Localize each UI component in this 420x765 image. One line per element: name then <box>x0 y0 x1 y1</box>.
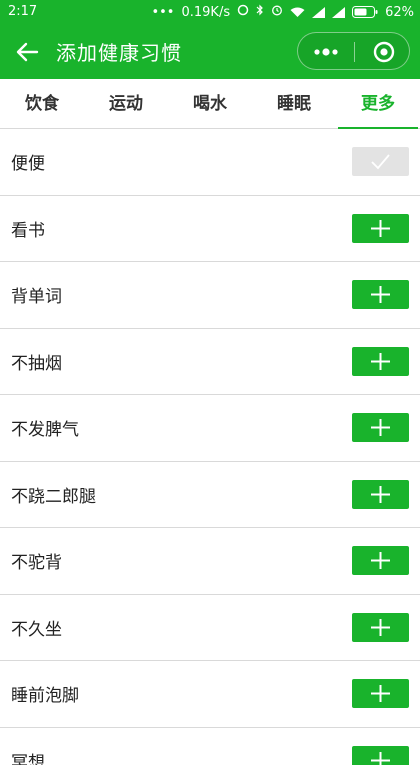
tab-exercise[interactable]: 运动 <box>84 79 168 128</box>
habit-label: 不久坐 <box>11 619 62 640</box>
tab-more[interactable]: 更多 <box>336 79 420 129</box>
network-speed: 0.19K/s <box>181 4 231 20</box>
habit-label: 不发脾气 <box>11 420 79 440</box>
signal-icon-2 <box>332 6 346 18</box>
back-button[interactable] <box>14 38 42 66</box>
add-habit-button[interactable] <box>352 346 409 376</box>
plus-icon <box>371 751 390 765</box>
tab-water[interactable]: 喝水 <box>168 79 252 128</box>
page-title: 添加健康习惯 <box>56 41 182 65</box>
bluetooth-icon <box>256 4 264 20</box>
habit-label: 便便 <box>11 154 45 174</box>
status-icons: ••• 0.19K/s 62% <box>151 4 414 20</box>
add-habit-button[interactable] <box>352 745 409 765</box>
close-button[interactable] <box>364 37 404 67</box>
plus-icon <box>371 485 390 503</box>
add-habit-button[interactable] <box>352 479 409 509</box>
list-item: 看书 <box>0 196 420 262</box>
add-habit-button[interactable] <box>352 679 409 708</box>
plus-icon <box>371 618 390 636</box>
habit-label: 冥想 <box>11 752 45 765</box>
list-item: 睡前泡脚 <box>0 661 420 728</box>
dots-icon: ••• <box>151 4 175 20</box>
plus-icon <box>371 286 390 303</box>
tab-sleep[interactable]: 睡眠 <box>252 79 336 128</box>
category-tabs: 饮食 运动 喝水 睡眠 更多 <box>0 79 420 129</box>
battery-percent: 62% <box>385 4 414 20</box>
add-habit-button[interactable] <box>352 546 409 575</box>
more-button[interactable] <box>306 37 346 67</box>
habit-label: 睡前泡脚 <box>11 686 79 706</box>
list-item: 不久坐 <box>0 595 420 661</box>
plus-icon <box>371 419 390 436</box>
list-item: 冥想 <box>0 728 420 765</box>
list-item: 不发脾气 <box>0 395 420 462</box>
battery-icon <box>352 6 378 18</box>
habit-label: 看书 <box>11 220 45 241</box>
habit-label: 不驼背 <box>11 553 62 573</box>
list-item: 便便 <box>0 129 420 196</box>
add-habit-button[interactable] <box>352 612 409 642</box>
alarm-icon <box>271 4 283 20</box>
status-time: 2:17 <box>8 4 38 19</box>
list-item: 不抽烟 <box>0 329 420 395</box>
more-dots-icon <box>314 48 338 56</box>
plus-icon <box>371 552 390 569</box>
add-habit-button[interactable] <box>352 413 409 442</box>
plus-icon <box>371 219 390 237</box>
list-item: 不驼背 <box>0 528 420 595</box>
title-bar: 添加健康习惯 <box>0 24 420 79</box>
list-item: 背单词 <box>0 262 420 329</box>
habit-list: 便便 看书 背单词 不抽烟 不发脾气 不跷二郎腿 不驼背 不久坐 睡前泡脚 冥想 <box>0 129 420 765</box>
habit-label: 不跷二郎腿 <box>11 486 96 507</box>
list-item: 不跷二郎腿 <box>0 462 420 528</box>
plus-icon <box>371 685 390 702</box>
tab-diet[interactable]: 饮食 <box>0 79 84 128</box>
habit-label: 不抽烟 <box>11 353 62 374</box>
check-icon <box>371 154 390 170</box>
add-habit-button[interactable] <box>352 213 409 243</box>
sync-icon <box>237 4 249 20</box>
capsule-menu <box>297 32 410 70</box>
status-bar: 2:17 ••• 0.19K/s 62% <box>0 0 420 24</box>
add-habit-button[interactable] <box>352 280 409 309</box>
capsule-divider <box>354 42 355 62</box>
arrow-left-icon <box>16 42 39 62</box>
wifi-icon <box>290 7 305 18</box>
signal-icon <box>312 6 326 18</box>
habit-label: 背单词 <box>11 287 62 307</box>
plus-icon <box>371 352 390 370</box>
target-circle-icon <box>373 41 395 63</box>
added-button[interactable] <box>352 147 409 176</box>
